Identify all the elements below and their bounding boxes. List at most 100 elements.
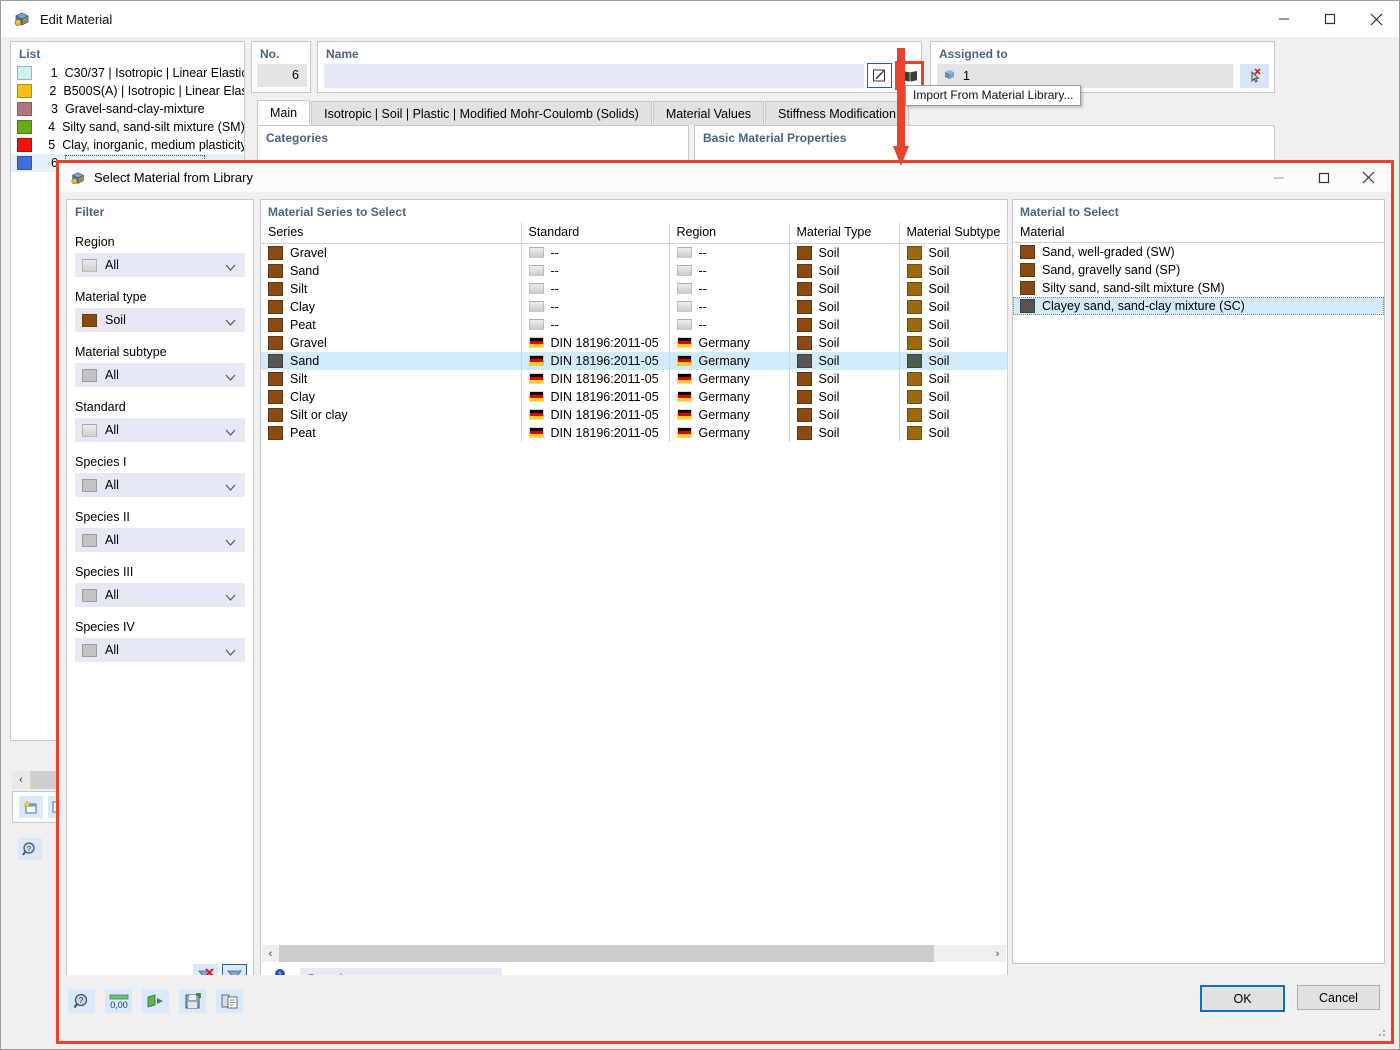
delete-pointer-icon[interactable] <box>1240 64 1269 88</box>
column-header-region[interactable]: Region <box>669 223 790 244</box>
cell-text: Germany <box>698 389 750 404</box>
cell-material-subtype: Soil <box>899 243 1008 262</box>
column-header-material-type[interactable]: Material Type <box>789 223 900 244</box>
table-row[interactable]: Silt -- -- Soil Soil <box>261 279 1008 298</box>
cell-text: Soil <box>818 407 840 422</box>
import-library-tooltip: Import From Material Library... <box>905 85 1082 106</box>
name-input[interactable] <box>324 64 864 88</box>
list-item-label: Gravel-sand-clay-mixture <box>65 102 205 116</box>
save-disk-icon[interactable] <box>179 989 206 1013</box>
column-header-material[interactable]: Material <box>1013 223 1384 243</box>
flag-none-icon <box>676 301 692 312</box>
table-row[interactable]: Silt DIN 18196:2011-05 Germany Soil Soil <box>261 369 1008 388</box>
filter-select-region[interactable]: All <box>75 253 245 277</box>
material-series-panel: Material Series to Select Series Standar… <box>260 199 1008 996</box>
chevron-right-icon[interactable]: › <box>989 945 1006 962</box>
solid-cube-icon <box>943 68 956 84</box>
list-item-selected[interactable]: Clayey sand, sand-clay mixture (SC) <box>1013 297 1384 315</box>
list-item-number: 1 <box>50 66 58 80</box>
list-item[interactable]: 4 Silty sand, sand-silt mixture (SM) | I… <box>11 118 244 136</box>
edit-pencil-icon[interactable] <box>867 63 892 88</box>
close-icon[interactable] <box>1346 163 1391 192</box>
filter-select-species-4[interactable]: All <box>75 638 245 662</box>
filter-select-standard[interactable]: All <box>75 418 245 442</box>
import-arrow-icon[interactable] <box>142 989 169 1013</box>
minimize-icon[interactable] <box>1261 1 1307 37</box>
tab-main[interactable]: Main <box>257 100 311 125</box>
table-row[interactable]: Gravel -- -- Soil Soil <box>261 243 1008 262</box>
table-row-selected[interactable]: Sand DIN 18196:2011-05 Germany Soil Soil <box>261 351 1008 370</box>
chevron-down-icon[interactable] <box>225 481 236 495</box>
chevron-left-icon[interactable]: ‹ <box>12 771 30 789</box>
table-row[interactable]: Sand -- -- Soil Soil <box>261 261 1008 280</box>
list-item[interactable]: Sand, gravelly sand (SP) <box>1013 261 1384 279</box>
new-material-icon[interactable] <box>19 796 43 818</box>
report-document-icon[interactable] <box>216 989 243 1013</box>
table-row[interactable]: Silt or clay DIN 18196:2011-05 Germany Soil… <box>261 405 1008 424</box>
filter-select-material-type[interactable]: Soil <box>75 308 245 332</box>
list-item-number: 3 <box>51 102 58 116</box>
cell-series: Gravel <box>261 333 522 352</box>
tab-stiffness-modification[interactable]: Stiffness Modification <box>765 101 909 125</box>
info-magnifier-icon[interactable]: ? <box>18 838 42 860</box>
chevron-down-icon[interactable] <box>225 261 236 275</box>
minimize-icon[interactable] <box>1256 163 1301 192</box>
list-item[interactable]: Sand, well-graded (SW) <box>1013 243 1384 261</box>
close-icon[interactable] <box>1353 1 1399 37</box>
cell-region: Germany <box>669 333 790 352</box>
cell-text: Sand <box>290 263 320 278</box>
series-horizontal-scrollbar[interactable]: ‹ › <box>262 945 1006 962</box>
cell-region: -- <box>669 261 790 280</box>
chevron-down-icon[interactable] <box>225 316 236 330</box>
cell-material-type: Soil <box>789 297 900 316</box>
chevron-down-icon[interactable] <box>225 371 236 385</box>
color-swatch <box>906 389 922 404</box>
tab-material-values[interactable]: Material Values <box>652 101 765 125</box>
maximize-icon[interactable] <box>1301 163 1346 192</box>
cell-text: Soil <box>818 263 840 278</box>
column-header-material-subtype[interactable]: Material Subtype <box>899 223 1008 244</box>
flag-none-icon <box>528 283 544 294</box>
ok-button[interactable]: OK <box>1200 985 1285 1012</box>
list-item[interactable]: Silty sand, sand-silt mixture (SM) <box>1013 279 1384 297</box>
column-header-standard[interactable]: Standard <box>521 223 670 244</box>
filter-select-species-3[interactable]: All <box>75 583 245 607</box>
chevron-down-icon[interactable] <box>225 646 236 660</box>
material-to-select-caption: Material to Select <box>1020 205 1119 219</box>
table-row[interactable]: Peat DIN 18196:2011-05 Germany Soil Soil <box>261 423 1008 442</box>
filter-select-species-1[interactable]: All <box>75 473 245 497</box>
cell-material-subtype: Soil <box>899 315 1008 334</box>
table-row[interactable]: Peat -- -- Soil Soil <box>261 315 1008 334</box>
table-row[interactable]: Clay DIN 18196:2011-05 Germany Soil Soil <box>261 387 1008 406</box>
cell-text: Silt or clay <box>290 407 348 422</box>
chevron-down-icon[interactable] <box>225 426 236 440</box>
number-label: No. <box>260 47 280 61</box>
number-value[interactable]: 6 <box>257 64 307 87</box>
column-header-series[interactable]: Series <box>261 223 522 244</box>
chevron-left-icon[interactable]: ‹ <box>262 945 279 962</box>
list-item-label: Clayey sand, sand-clay mixture (SC) <box>1042 299 1245 313</box>
list-item[interactable]: 3 Gravel-sand-clay-mixture <box>11 100 244 118</box>
filter-select-species-2[interactable]: All <box>75 528 245 552</box>
color-swatch <box>906 353 922 368</box>
color-swatch <box>1020 281 1035 295</box>
chevron-down-icon[interactable] <box>225 591 236 605</box>
cell-series: Peat <box>261 315 522 334</box>
swatch <box>82 478 97 492</box>
cell-standard: -- <box>521 279 670 298</box>
list-item[interactable]: 2 B500S(A) | Isotropic | Linear Elastic <box>11 82 244 100</box>
scrollbar-thumb[interactable] <box>279 945 934 962</box>
flag-germany-icon <box>676 409 692 420</box>
tab-isotropic-soil-plastic[interactable]: Isotropic | Soil | Plastic | Modified Mo… <box>311 101 652 125</box>
table-row[interactable]: Clay -- -- Soil Soil <box>261 297 1008 316</box>
table-row[interactable]: Gravel DIN 18196:2011-05 Germany Soil Soil <box>261 333 1008 352</box>
list-item[interactable]: 5 Clay, inorganic, medium plasticity (CM <box>11 136 244 154</box>
cancel-button[interactable]: Cancel <box>1297 985 1380 1010</box>
maximize-icon[interactable] <box>1307 1 1353 37</box>
number-format-icon[interactable]: 0,00 <box>105 989 132 1013</box>
list-item[interactable]: 1 C30/37 | Isotropic | Linear Elastic <box>11 64 244 82</box>
chevron-down-icon[interactable] <box>225 536 236 550</box>
magnifier-question-icon[interactable]: ? <box>68 989 95 1013</box>
filter-select-material-subtype[interactable]: All <box>75 363 245 387</box>
resize-grip-icon[interactable] <box>1375 1026 1387 1038</box>
